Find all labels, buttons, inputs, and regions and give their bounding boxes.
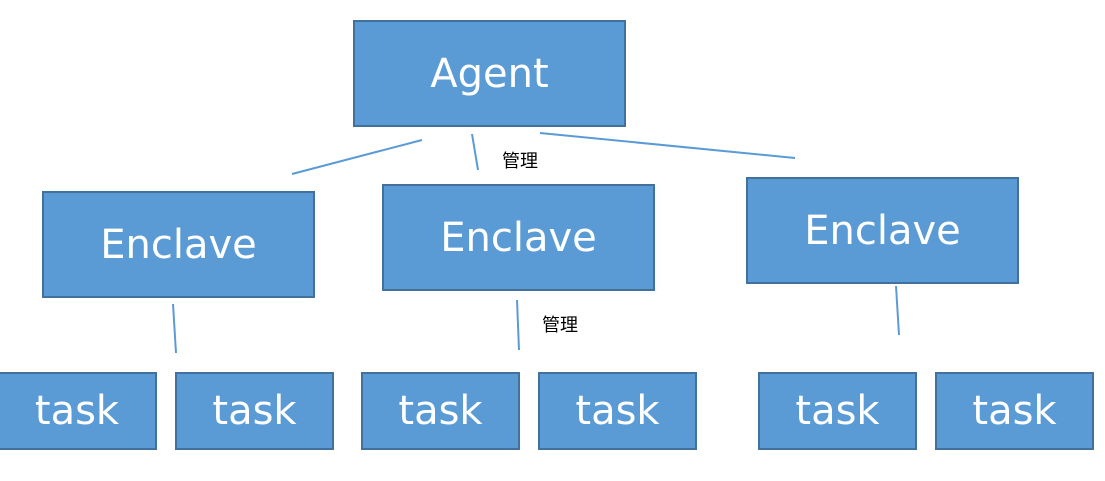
- edge-label-manage-enclave: 管理: [542, 315, 578, 336]
- enclave-node-1: Enclave: [42, 191, 315, 298]
- task-label: task: [34, 388, 120, 434]
- agent-label: Agent: [430, 50, 549, 97]
- enclave-label: Enclave: [804, 207, 961, 254]
- task-node-3: task: [361, 372, 520, 450]
- enclave-node-2: Enclave: [382, 184, 655, 291]
- task-node-4: task: [538, 372, 697, 450]
- connector-enclave-2-tasks: [516, 299, 520, 351]
- edge-label-manage-agent: 管理: [502, 151, 538, 172]
- connector-enclave-1-tasks: [172, 303, 177, 354]
- task-label: task: [398, 388, 483, 434]
- enclave-label: Enclave: [440, 214, 597, 261]
- task-label: task: [795, 388, 880, 434]
- task-node-5: task: [758, 372, 917, 450]
- task-node-6: task: [935, 372, 1094, 450]
- task-label: task: [972, 388, 1057, 434]
- agent-node: Agent: [353, 20, 626, 127]
- task-label: task: [575, 388, 660, 434]
- task-node-2: task: [175, 372, 334, 450]
- task-node-1: task: [0, 372, 157, 450]
- enclave-node-3: Enclave: [746, 177, 1019, 284]
- task-label: task: [212, 388, 297, 434]
- connector-agent-enclave-1: [291, 139, 423, 175]
- connector-agent-enclave-2: [471, 133, 479, 171]
- enclave-label: Enclave: [100, 221, 257, 268]
- connector-agent-enclave-3: [539, 132, 796, 159]
- connector-enclave-3-tasks: [895, 285, 900, 336]
